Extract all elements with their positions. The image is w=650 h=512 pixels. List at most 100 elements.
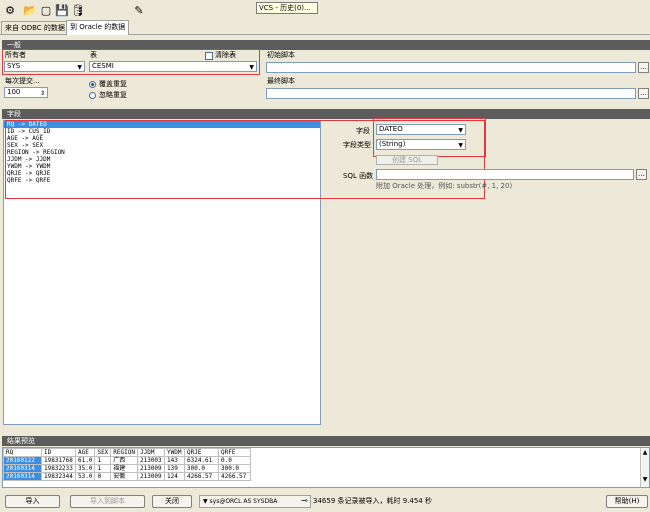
commit-label: 每次提交... xyxy=(5,77,40,85)
commit-input[interactable]: 100 ⇕ xyxy=(4,87,48,98)
status-text: 34659 条记录被导入，耗时 9.454 秒 xyxy=(313,497,432,505)
section-fields-header: 字段 xyxy=(2,109,650,119)
list-item[interactable]: AGE -> AGE xyxy=(4,135,320,142)
column-header[interactable]: RQ xyxy=(3,448,42,457)
column-header[interactable]: YWDM xyxy=(163,448,185,457)
commit-value: 100 xyxy=(7,88,21,96)
list-item[interactable]: YWDM -> YWDM xyxy=(4,163,320,170)
new-icon[interactable]: ▢ xyxy=(39,3,53,17)
field-label: 字段 xyxy=(356,127,370,135)
overwrite-radio[interactable] xyxy=(89,81,96,88)
init-script-label: 初始脚本 xyxy=(267,51,295,59)
table-cell: 1 xyxy=(94,456,112,465)
sql-func-hint: 附加 Oracle 处理，例如: substr(#, 1, 20) xyxy=(376,182,513,190)
connection-value: sys@ORCL AS SYSDBA xyxy=(209,498,278,505)
section-general-header: 一般 xyxy=(2,40,650,50)
clear-table-checkbox[interactable] xyxy=(205,52,213,60)
table-cell: 143 xyxy=(163,456,185,465)
chevron-down-icon: ▼ xyxy=(77,64,82,71)
table-cell: 4266.57 xyxy=(183,472,219,481)
table-row[interactable]: 20160314 19832344 53.0 0 安徽 213009 124 4… xyxy=(3,472,251,481)
table-cell: 0 xyxy=(94,472,112,481)
spinner-icon[interactable]: ⇕ xyxy=(40,89,45,97)
field-value: DATEO xyxy=(379,125,403,133)
ignore-label: 忽略重复 xyxy=(99,91,127,99)
table-cell: 20160122 xyxy=(3,456,42,465)
list-item[interactable]: REGION -> REGION xyxy=(4,149,320,156)
init-script-button[interactable]: ... xyxy=(638,62,649,73)
table-cell: 20160314 xyxy=(3,472,42,481)
table-cell: 安徽 xyxy=(110,472,138,481)
create-sql-button[interactable]: 创建 SQL xyxy=(376,155,438,165)
column-header[interactable]: REGION xyxy=(110,448,138,457)
help-button[interactable]: 帮助(H) xyxy=(606,495,648,508)
final-script-label: 最终脚本 xyxy=(267,77,295,85)
init-script-input[interactable] xyxy=(266,62,636,73)
clear-table-label: 清除表 xyxy=(215,51,236,59)
settings-icon[interactable]: ⚙ xyxy=(3,3,17,17)
field-mapping-list[interactable]: RQ -> DATEO ID -> CUS_ID AGE -> AGE SEX … xyxy=(3,120,321,425)
list-item[interactable]: RQ -> DATEO xyxy=(4,121,320,128)
column-header[interactable]: SEX xyxy=(94,448,112,457)
sql-func-button[interactable]: ... xyxy=(636,169,647,180)
table-cell: 61.0 xyxy=(74,456,96,465)
chevron-down-icon: ▼ xyxy=(458,127,463,134)
table-cell: 19831768 xyxy=(41,456,76,465)
import-button[interactable]: 导入 xyxy=(5,495,60,508)
table-cell: 4266.57 xyxy=(217,472,251,481)
table-cell: 300.0 xyxy=(217,464,251,473)
list-item[interactable]: JJDM -> JJDM xyxy=(4,156,320,163)
section-preview-header: 结果预览 xyxy=(2,436,650,446)
table-cell: 53.0 xyxy=(74,472,96,481)
sql-func-input[interactable] xyxy=(376,169,634,180)
table-cell: 广西 xyxy=(110,456,138,465)
table-value: CESMI xyxy=(92,62,114,70)
column-header[interactable]: QRFE xyxy=(217,448,251,457)
list-item[interactable]: SEX -> SEX xyxy=(4,142,320,149)
wand-icon[interactable]: ✎ xyxy=(132,3,146,17)
column-header[interactable]: QRJE xyxy=(183,448,219,457)
table-label: 表 xyxy=(90,51,97,59)
tab-to-oracle[interactable]: 到 Oracle 的数据 xyxy=(66,20,130,35)
field-select[interactable]: DATEO ▼ xyxy=(376,124,466,135)
connection-select[interactable]: ▼ sys@ORCL AS SYSDBA xyxy=(199,495,311,508)
plug-icon: ⊸ xyxy=(301,496,308,505)
table-cell: 福建 xyxy=(110,464,138,473)
column-header[interactable]: AGE xyxy=(74,448,96,457)
list-item[interactable]: ID -> CUS_ID xyxy=(4,128,320,135)
table-row[interactable]: 20160122 19831768 61.0 1 广西 213003 143 6… xyxy=(3,456,251,465)
final-script-button[interactable]: ... xyxy=(638,88,649,99)
table-cell: 213009 xyxy=(136,472,165,481)
ignore-radio[interactable] xyxy=(89,92,96,99)
table-select[interactable]: CESMI ▼ xyxy=(89,61,257,72)
table-cell: 1 xyxy=(94,464,112,473)
tab-from-odbc[interactable]: 来自 ODBC 的数据 xyxy=(1,21,69,34)
table-cell: 213003 xyxy=(136,456,165,465)
database-icon[interactable]: 🛢 xyxy=(71,3,85,17)
field-type-value: (String) xyxy=(379,140,406,148)
table-cell: 0.0 xyxy=(217,456,251,465)
close-button[interactable]: 关闭 xyxy=(152,495,192,508)
owner-select[interactable]: SYS ▼ xyxy=(4,61,85,72)
preview-table: RQ ID AGE SEX REGION JJDM YWDM QRJE QRFE… xyxy=(3,448,251,481)
table-cell: 19832344 xyxy=(41,472,76,481)
table-cell: 124 xyxy=(163,472,185,481)
list-item[interactable]: QRJE -> QRJE xyxy=(4,170,320,177)
chevron-down-icon: ▼ xyxy=(458,142,463,149)
table-cell: 35.0 xyxy=(74,464,96,473)
list-item[interactable]: QRFE -> QRFE xyxy=(4,177,320,184)
save-icon[interactable]: 💾 xyxy=(55,3,69,17)
import-to-script-button[interactable]: 导入到脚本 xyxy=(70,495,145,508)
table-cell: 213009 xyxy=(136,464,165,473)
preview-scrollbar[interactable]: ▲ ▼ xyxy=(640,448,649,487)
column-header[interactable]: JJDM xyxy=(136,448,165,457)
table-cell: 139 xyxy=(163,464,185,473)
table-row[interactable]: 20160314 19832233 35.0 1 福建 213009 139 3… xyxy=(3,464,251,473)
field-type-select[interactable]: (String) ▼ xyxy=(376,139,466,150)
field-type-label: 字段类型 xyxy=(343,141,371,149)
chevron-down-icon: ▼ xyxy=(249,64,254,71)
final-script-input[interactable] xyxy=(266,88,636,99)
tooltip: VCS - 历史(0)... xyxy=(256,2,318,14)
open-icon[interactable]: 📂 xyxy=(23,3,37,17)
column-header[interactable]: ID xyxy=(41,448,76,457)
